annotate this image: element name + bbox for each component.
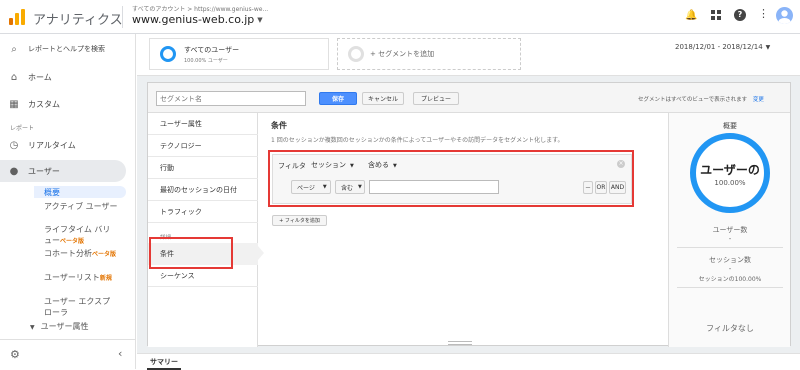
- segment-name-input[interactable]: [156, 91, 306, 106]
- sidebar-sub-user-explorer[interactable]: ユーザー エクスプローラ: [44, 296, 114, 318]
- summary-title: 概要: [723, 122, 737, 130]
- visibility-text: セグメントはすべてのビューで表示されます: [638, 97, 748, 103]
- sessions-count-value: -: [728, 265, 732, 273]
- sub-label: コホート分析: [44, 249, 92, 258]
- caret-down-icon: ▼: [30, 324, 35, 331]
- date-range-label: 2018/12/01 - 2018/12/14: [675, 43, 763, 51]
- segment-ring-icon: [160, 46, 176, 62]
- account-breadcrumb[interactable]: すべてのアカウント > https://www.genius-we...: [132, 4, 268, 13]
- visibility-note: セグメントはすべてのビューで表示されます 変更: [638, 95, 764, 103]
- person-icon: ●: [9, 165, 19, 177]
- sidebar-item-home[interactable]: ⌂ ホーム: [0, 66, 126, 88]
- new-badge: 新規: [99, 275, 112, 282]
- summary-panel: 概要 ユーザーの 100.00% ユーザー数 - セッション数 - セッションの…: [668, 113, 790, 347]
- add-segment-button[interactable]: + セグメントを追加: [337, 38, 521, 70]
- apps-grid-icon[interactable]: [711, 10, 721, 20]
- sidebar-item-label: ユーザー: [28, 166, 60, 176]
- segment-chip-all-users[interactable]: すべてのユーザー 100.00% ユーザー: [149, 38, 329, 70]
- condition-description: 1 回のセッションか複数回のセッションかの条件によってユーザーやその訪問データを…: [271, 137, 564, 144]
- collapse-chevron-icon[interactable]: ‹: [118, 347, 122, 360]
- summary-divider: [677, 247, 783, 248]
- main-area: すべてのユーザー 100.00% ユーザー + セグメントを追加 2018/12…: [137, 34, 800, 370]
- analytics-logo[interactable]: [8, 8, 26, 26]
- notifications-icon[interactable]: 🔔: [685, 10, 697, 21]
- app-name: アナリティクス: [33, 13, 123, 28]
- active-arrow: [258, 246, 264, 260]
- users-count-value: -: [728, 235, 732, 243]
- segment-editor: 保存 キャンセル プレビュー セグメントはすべてのビューで表示されます 変更 ユ…: [147, 82, 791, 347]
- sidebar-search[interactable]: ⌕ レポートとヘルプを検索: [0, 38, 126, 60]
- sub-label: ユーザー属性: [40, 322, 89, 331]
- search-label: レポートとヘルプを検索: [28, 45, 105, 53]
- sidebar-sub-user-list[interactable]: ユーザーリスト新規: [44, 272, 118, 284]
- beta-badge: ベータ版: [92, 251, 117, 258]
- category-technology[interactable]: テクノロジー: [148, 135, 258, 157]
- change-link[interactable]: 変更: [753, 97, 764, 103]
- sidebar-item-label: カスタム: [28, 99, 60, 109]
- sidebar-item-label: ホーム: [28, 72, 52, 82]
- conditions-highlight-box: [149, 237, 233, 269]
- category-list: ユーザー属性 テクノロジー 行動 最初のセッションの日付 トラフィック 詳細 条…: [148, 113, 258, 347]
- segment-pct: 100.00% ユーザー: [184, 57, 228, 64]
- segment-name: すべてのユーザー: [184, 45, 240, 54]
- condition-title: 条件: [271, 121, 287, 130]
- sessions-pct: セッションの100.00%: [698, 276, 762, 283]
- beta-badge: ベータ版: [60, 238, 85, 245]
- preview-button[interactable]: プレビュー: [413, 92, 459, 105]
- tab-summary[interactable]: サマリー: [147, 356, 181, 370]
- users-count-label: ユーザー数: [712, 226, 748, 234]
- sidebar-item-users[interactable]: ● ユーザー: [0, 160, 126, 182]
- sidebar: ⌕ レポートとヘルプを検索 ⌂ ホーム ▦ カスタム レポート ◷ リアルタイム…: [0, 34, 136, 369]
- sidebar-item-custom[interactable]: ▦ カスタム: [0, 93, 126, 115]
- summary-ring-text: ユーザーの: [700, 163, 760, 177]
- category-first-session-date[interactable]: 最初のセッションの日付: [148, 179, 258, 201]
- category-traffic[interactable]: トラフィック: [148, 201, 258, 223]
- sidebar-sub-overview[interactable]: 概要: [44, 187, 60, 198]
- sidebar-footer: [0, 339, 135, 369]
- sidebar-sub-cohort[interactable]: コホート分析ベータ版: [44, 248, 118, 260]
- cancel-button[interactable]: キャンセル: [362, 92, 404, 105]
- search-icon: ⌕: [11, 43, 17, 55]
- resize-handle[interactable]: [448, 341, 472, 345]
- category-behavior[interactable]: 行動: [148, 157, 258, 179]
- summary-ring-pct: 100.00%: [714, 179, 746, 187]
- dashboard-icon: ▦: [9, 98, 19, 110]
- filter-highlight-box: [268, 150, 634, 207]
- chevron-down-icon: ▼: [257, 15, 263, 24]
- top-bar: アナリティクス すべてのアカウント > https://www.genius-w…: [0, 0, 800, 34]
- segment-chip-text: すべてのユーザー 100.00% ユーザー: [184, 45, 239, 64]
- no-filter-label: フィルタなし: [706, 324, 754, 333]
- bottom-bar: [137, 353, 800, 369]
- add-filter-button[interactable]: + フィルタを追加: [272, 215, 327, 226]
- sidebar-sub-user-attributes[interactable]: ▼ ユーザー属性: [30, 321, 88, 333]
- more-vert-icon[interactable]: ⋮: [758, 8, 769, 19]
- divider: [122, 6, 123, 28]
- clock-icon: ◷: [9, 139, 19, 151]
- sub-label: ユーザーリスト: [44, 273, 100, 282]
- date-range-picker[interactable]: 2018/12/01 - 2018/12/14 ▼: [675, 43, 770, 51]
- reports-section-label: レポート: [10, 125, 35, 132]
- settings-gear-icon[interactable]: ⚙: [10, 348, 20, 361]
- sidebar-sub-active-users[interactable]: アクティブ ユーザー: [44, 201, 118, 212]
- category-demographics[interactable]: ユーザー属性: [148, 113, 258, 135]
- sidebar-item-label: リアルタイム: [28, 140, 76, 150]
- add-segment-label: + セグメントを追加: [370, 50, 435, 58]
- help-icon[interactable]: ?: [734, 9, 746, 21]
- sidebar-sub-lifetime-value[interactable]: ライフタイム バリューベータ版: [44, 224, 118, 247]
- chevron-down-icon: ▼: [765, 43, 771, 51]
- add-segment-ring-icon: [348, 46, 364, 62]
- property-selector[interactable]: www.genius-web.co.jp ▼: [132, 13, 263, 26]
- save-button[interactable]: 保存: [319, 92, 357, 105]
- summary-divider: [677, 287, 783, 288]
- property-name: www.genius-web.co.jp: [132, 13, 255, 26]
- home-icon: ⌂: [10, 71, 18, 83]
- sessions-count-label: セッション数: [709, 256, 751, 264]
- sidebar-item-realtime[interactable]: ◷ リアルタイム: [0, 134, 126, 156]
- user-avatar[interactable]: [776, 7, 793, 24]
